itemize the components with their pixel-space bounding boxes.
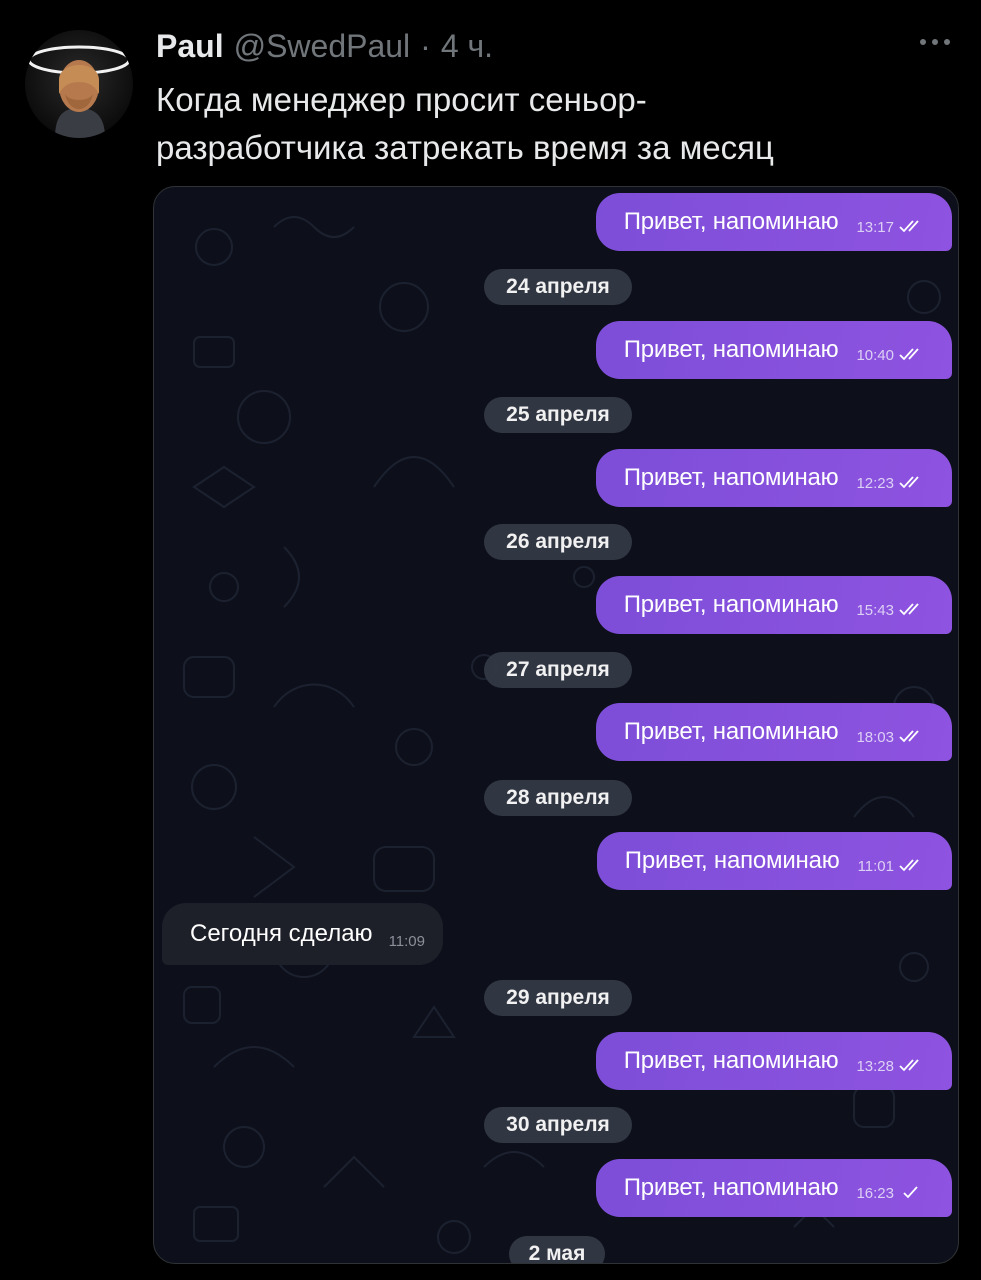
message-text: Привет, напоминаю [623,591,839,618]
message-text: Привет, напоминаю [623,718,839,745]
double-check-read-icon [899,348,919,361]
date-separator: 30 апреля [484,1107,632,1143]
message-time: 10:40 [856,346,894,364]
message-time: 12:23 [856,474,894,492]
tweet-timestamp[interactable]: 4 ч. [441,26,493,66]
message-time: 13:28 [856,1057,894,1075]
avatar-with-halo-icon [27,45,131,138]
date-separator: 29 апреля [484,980,632,1016]
author-name[interactable]: Paul [156,26,224,66]
message-text: Привет, напоминаю [623,1174,839,1201]
message-time: 16:23 [856,1184,894,1202]
outgoing-message[interactable]: Привет, напоминаю 15:43 [595,576,952,634]
double-check-read-icon [899,730,919,743]
date-separator: 27 апреля [484,652,632,688]
message-text: Привет, напоминаю [623,464,839,491]
outgoing-message[interactable]: Привет, напоминаю 13:17 [595,193,952,251]
outgoing-message[interactable]: Привет, напоминаю 16:23 [595,1159,952,1217]
date-separator: 24 апреля [484,269,632,305]
message-text: Сегодня сделаю [190,920,373,947]
outgoing-message[interactable]: Привет, напоминаю 10:40 [595,321,952,379]
outgoing-message[interactable]: Привет, напоминаю 18:03 [595,703,952,761]
separator-dot: · [420,28,431,64]
outgoing-message[interactable]: Привет, напоминаю 11:01 [596,832,952,890]
message-time: 11:01 [857,857,894,875]
date-separator: 2 мая [509,1236,605,1263]
tweet-media-chat-screenshot[interactable]: Привет, напоминаю 13:17 24 апреля Привет… [153,186,959,1264]
tweet-header: Paul @SwedPaul · 4 ч. [156,26,493,66]
more-horizontal-icon[interactable] [917,30,953,54]
message-text: Привет, напоминаю [623,1047,839,1074]
message-time: 15:43 [856,601,894,619]
outgoing-message[interactable]: Привет, напоминаю 12:23 [595,449,952,507]
double-check-read-icon [899,476,919,489]
single-check-sent-icon [903,1186,918,1199]
date-separator: 28 апреля [484,780,632,816]
double-check-read-icon [899,220,919,233]
message-time: 11:09 [388,932,425,950]
message-time: 18:03 [856,728,894,746]
double-check-read-icon [899,859,919,872]
date-separator: 25 апреля [484,397,632,433]
message-text: Привет, напоминаю [623,336,839,363]
double-check-read-icon [899,603,919,616]
author-avatar[interactable] [25,30,133,138]
author-handle[interactable]: @SwedPaul [234,26,411,66]
incoming-message[interactable]: Сегодня сделаю 11:09 [162,903,443,965]
tweet-text: Когда менеджер просит сеньор- разработчи… [156,81,774,166]
message-time: 13:17 [856,218,894,236]
outgoing-message[interactable]: Привет, напоминаю 13:28 [595,1032,952,1090]
message-text: Привет, напоминаю [624,847,840,874]
message-text: Привет, напоминаю [623,208,839,235]
date-separator: 26 апреля [484,524,632,560]
double-check-read-icon [899,1059,919,1072]
